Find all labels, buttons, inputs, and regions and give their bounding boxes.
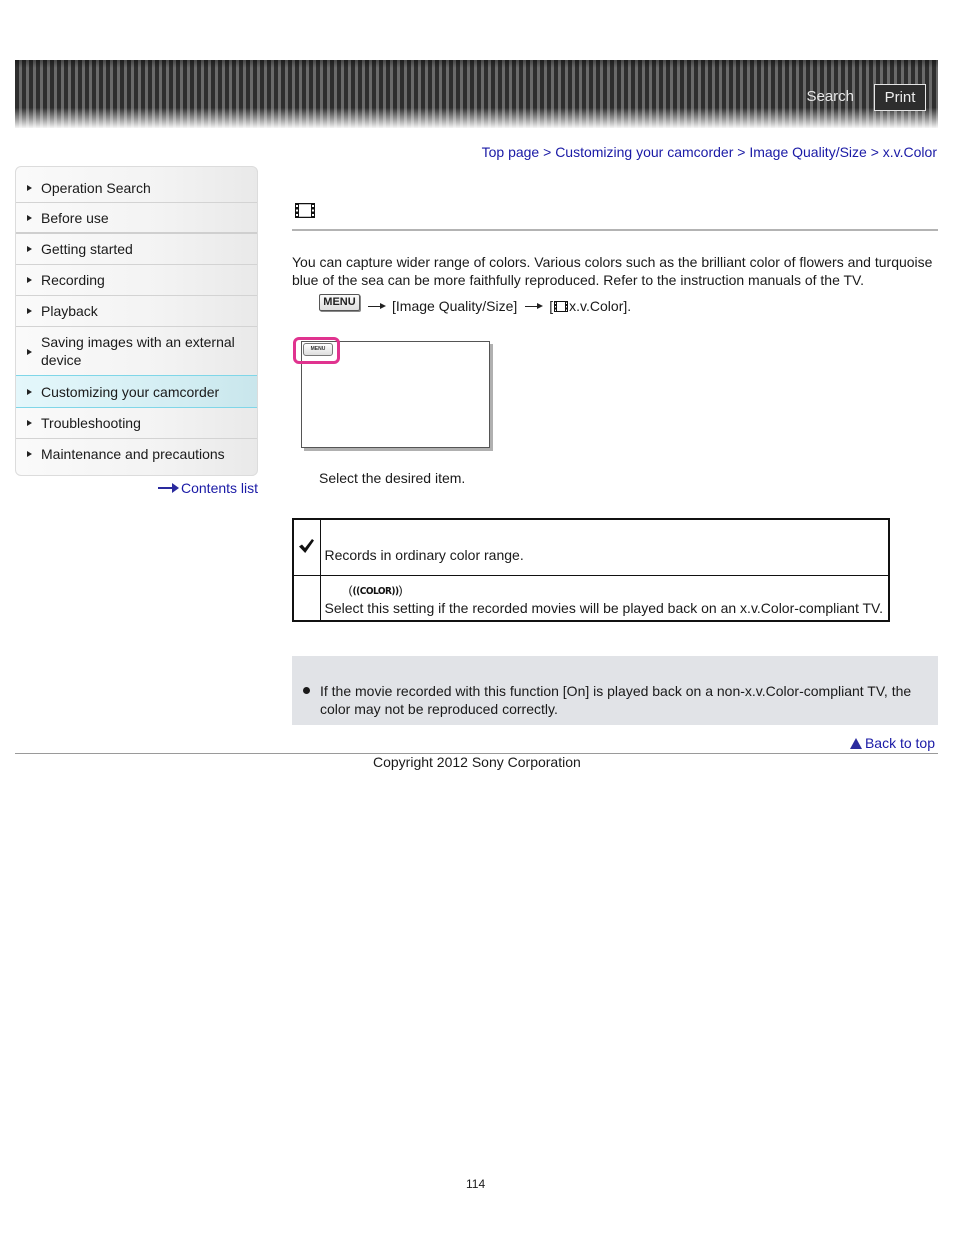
divider xyxy=(16,232,257,234)
menu-path: MENU [Image Quality/Size] [ x.v.Color]. xyxy=(319,294,632,314)
breadcrumb-current[interactable]: x.v.Color xyxy=(883,144,937,160)
option-cell: (((COLOR))) Select this setting if the r… xyxy=(319,574,890,622)
table-row: (((COLOR))) Select this setting if the r… xyxy=(292,574,890,622)
sidebar-item-customizing[interactable]: Customizing your camcorder xyxy=(16,375,257,408)
menu-step-1: [Image Quality/Size] xyxy=(392,297,518,314)
sidebar-item-getting-started[interactable]: Getting started xyxy=(16,235,257,263)
sidebar-item-label: Before use xyxy=(41,210,109,226)
right-arrow-icon xyxy=(525,302,544,311)
triangle-right-icon xyxy=(27,246,32,252)
sidebar-item-maintenance[interactable]: Maintenance and precautions xyxy=(16,440,257,468)
triangle-right-icon xyxy=(27,215,32,221)
breadcrumb-customizing[interactable]: Customizing your camcorder xyxy=(555,144,733,160)
title-divider xyxy=(292,229,938,231)
sidebar-item-label: Getting started xyxy=(41,241,133,257)
sidebar-item-label: Operation Search xyxy=(41,180,151,196)
menu-step-2: x.v.Color]. xyxy=(569,297,632,314)
movie-film-icon xyxy=(295,203,315,218)
default-indicator-cell xyxy=(292,518,321,576)
xvcolor-icon: (((COLOR))) xyxy=(349,583,403,599)
copyright: Copyright 2012 Sony Corporation xyxy=(373,754,581,770)
sidebar-item-before-use[interactable]: Before use xyxy=(16,205,257,231)
note-item: If the movie recorded with this function… xyxy=(320,683,912,717)
sidebar-item-label: Playback xyxy=(41,303,98,319)
triangle-right-icon xyxy=(27,420,32,426)
notes-box: If the movie recorded with this function… xyxy=(292,656,938,725)
menu-button-icon: MENU xyxy=(319,294,360,311)
divider xyxy=(16,264,257,265)
print-button[interactable]: Print xyxy=(874,84,926,111)
triangle-right-icon xyxy=(27,388,32,395)
breadcrumb: Top page > Customizing your camcorder > … xyxy=(482,144,937,160)
sidebar-item-playback[interactable]: Playback xyxy=(16,297,257,325)
options-table: Records in ordinary color range. (((COLO… xyxy=(292,518,890,622)
sidebar-item-recording[interactable]: Recording xyxy=(16,266,257,294)
triangle-right-icon xyxy=(27,349,32,355)
triangle-right-icon xyxy=(27,277,32,283)
sidebar-item-label: Recording xyxy=(41,272,105,288)
paren-close: ) xyxy=(398,582,403,597)
sidebar-item-troubleshooting[interactable]: Troubleshooting xyxy=(16,409,257,437)
select-instruction: Select the desired item. xyxy=(319,470,466,486)
triangle-right-icon xyxy=(27,185,32,191)
divider xyxy=(16,202,257,203)
sidebar-item-saving-images[interactable]: Saving images with an external device xyxy=(16,333,257,371)
arrow-right-icon xyxy=(158,483,180,493)
breadcrumb-top-page[interactable]: Top page xyxy=(482,144,540,160)
menu-step-2-prefix: [ xyxy=(549,297,554,314)
option-description: Select this setting if the recorded movi… xyxy=(324,599,883,616)
page-number: 114 xyxy=(466,1177,486,1191)
sidebar-item-label: Maintenance and precautions xyxy=(41,446,225,462)
breadcrumb-separator: > xyxy=(737,144,746,160)
triangle-right-icon xyxy=(27,451,32,457)
sidebar-item-operation-search[interactable]: Operation Search xyxy=(16,175,257,201)
breadcrumb-image-quality[interactable]: Image Quality/Size xyxy=(749,144,867,160)
divider xyxy=(16,438,257,439)
sidebar-item-label: Customizing your camcorder xyxy=(41,383,220,400)
intro-paragraph: You can capture wider range of colors. V… xyxy=(292,254,933,288)
back-to-top-link[interactable]: Back to top xyxy=(849,735,935,751)
triangle-up-icon xyxy=(849,737,862,749)
contents-list-link[interactable]: Contents list xyxy=(158,480,258,496)
triangle-right-icon xyxy=(27,308,32,314)
illustration-highlight xyxy=(293,337,340,364)
bullet-icon xyxy=(303,687,310,694)
breadcrumb-separator: > xyxy=(870,144,879,160)
sidebar-item-label: Troubleshooting xyxy=(41,415,141,431)
divider xyxy=(16,295,257,296)
table-row: Records in ordinary color range. xyxy=(292,518,890,576)
check-icon xyxy=(299,538,315,553)
header-banner: Search Print xyxy=(15,60,938,128)
default-indicator-cell xyxy=(292,574,321,622)
sidebar-item-label: Saving images with an external device xyxy=(41,334,235,368)
option-description: Records in ordinary color range. xyxy=(319,518,890,576)
divider xyxy=(16,326,257,327)
search-link[interactable]: Search xyxy=(806,88,854,105)
sidebar-nav: Operation Search Before use Getting star… xyxy=(15,166,258,476)
breadcrumb-separator: > xyxy=(543,144,552,160)
back-to-top-label: Back to top xyxy=(864,735,935,751)
contents-list-label: Contents list xyxy=(181,480,259,496)
right-arrow-icon xyxy=(368,302,386,311)
color-badge-icon: ((COLOR)) xyxy=(352,585,400,597)
movie-film-icon xyxy=(554,301,569,312)
